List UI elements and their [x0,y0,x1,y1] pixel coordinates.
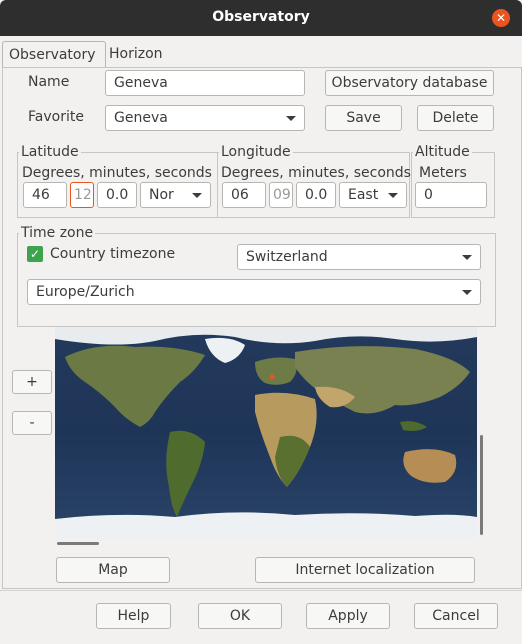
chevron-down-icon [462,290,472,295]
latitude-minutes-field[interactable]: 12 [70,182,94,208]
longitude-hemisphere-select[interactable]: East [339,182,407,208]
chevron-down-icon [388,193,398,198]
longitude-degrees-field[interactable]: 06 [222,182,266,208]
map-horizontal-scrollbar[interactable] [57,542,99,545]
longitude-seconds-field[interactable]: 0.0 [296,182,336,208]
latitude-degrees-field[interactable]: 46 [23,182,67,208]
latitude-sublabel: Degrees, minutes, seconds [22,165,212,181]
checkmark-icon: ✓ [29,247,41,261]
altitude-legend: Altitude [413,144,472,160]
observatory-marker [269,374,275,380]
chevron-down-icon [462,255,472,260]
latitude-hemisphere-select[interactable]: Nor [140,182,211,208]
world-map[interactable] [55,327,477,539]
help-button[interactable]: Help [96,603,171,629]
apply-button[interactable]: Apply [306,603,390,629]
save-button[interactable]: Save [325,105,402,131]
internet-localization-button[interactable]: Internet localization [255,557,475,583]
tab-observatory[interactable]: Observatory [2,41,106,68]
chevron-down-icon [286,116,296,121]
cancel-button[interactable]: Cancel [414,603,498,629]
title-bar: Observatory ✕ [0,0,522,36]
latitude-legend: Latitude [19,144,81,160]
name-field[interactable]: Geneva [105,70,305,96]
window-title: Observatory [212,9,310,25]
tab-horizon[interactable]: Horizon [103,41,169,67]
timezone-select-value: Europe/Zurich [36,284,135,300]
map-button[interactable]: Map [56,557,170,583]
country-timezone-checkbox[interactable]: ✓ [27,246,43,262]
altitude-sublabel: Meters [419,165,467,181]
timezone-legend: Time zone [19,225,96,241]
timezone-select[interactable]: Europe/Zurich [27,279,481,305]
map-vertical-scrollbar[interactable] [480,435,483,535]
longitude-legend: Longitude [219,144,293,160]
footer-separator [0,590,522,591]
close-icon[interactable]: ✕ [492,9,510,27]
country-select[interactable]: Switzerland [237,244,481,270]
world-map-image [55,327,477,539]
longitude-hemisphere-value: East [348,187,379,203]
name-label: Name [28,74,70,90]
chevron-down-icon [192,193,202,198]
observatory-database-button[interactable]: Observatory database [325,70,494,96]
favorite-label: Favorite [28,109,84,125]
country-select-value: Switzerland [246,249,328,265]
favorite-select-value: Geneva [114,110,168,126]
longitude-minutes-field[interactable]: 09 [269,182,293,208]
latitude-seconds-field[interactable]: 0.0 [97,182,137,208]
zoom-in-button[interactable]: + [12,370,52,394]
ok-button[interactable]: OK [198,603,282,629]
latitude-hemisphere-value: Nor [149,187,174,203]
altitude-field[interactable]: 0 [415,182,487,208]
country-timezone-label: Country timezone [50,246,176,262]
longitude-sublabel: Degrees, minutes, seconds [221,165,411,181]
favorite-select[interactable]: Geneva [105,105,305,131]
delete-button[interactable]: Delete [417,105,494,131]
zoom-out-button[interactable]: - [12,411,52,435]
